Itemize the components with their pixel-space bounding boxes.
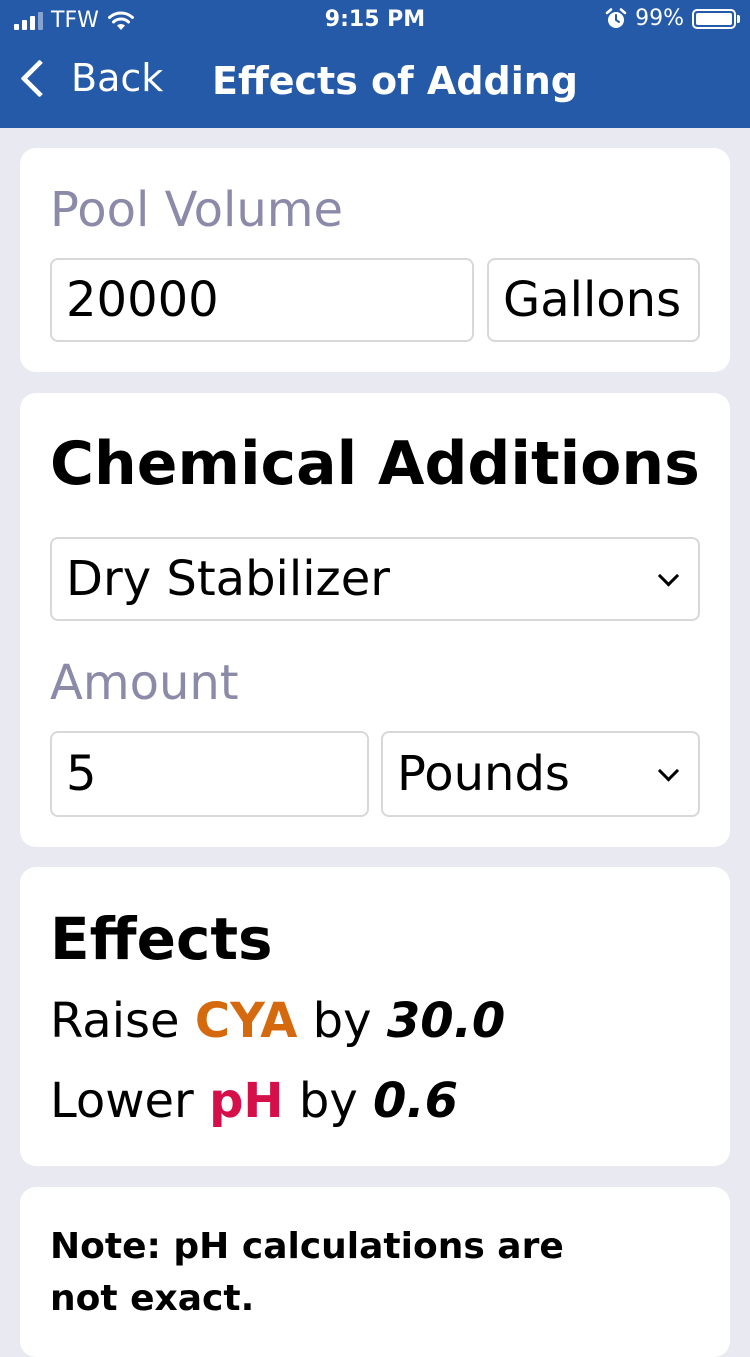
pool-volume-card: Pool Volume 20000 Gallons xyxy=(20,148,730,372)
pool-volume-label: Pool Volume xyxy=(50,182,344,238)
pool-volume-value: 20000 xyxy=(66,272,219,328)
note-card: Note: pH calculations are not exact. xyxy=(20,1187,730,1357)
chemical-select-value: Dry Stabilizer xyxy=(66,551,390,607)
effect-verb: Lower xyxy=(50,1073,194,1129)
effects-card: Effects Raise CYA by 30.0 Lower pH by 0.… xyxy=(20,867,730,1166)
back-label: Back xyxy=(71,56,164,100)
amount-unit-value: Pounds xyxy=(397,746,570,802)
chevron-down-icon xyxy=(657,565,680,587)
nav-bar: Back Effects of Adding xyxy=(0,44,750,124)
status-bar: TFW 9:15 PM 99% xyxy=(0,0,750,40)
battery-icon xyxy=(692,8,740,29)
amount-input[interactable]: 5 xyxy=(50,731,369,817)
effect-chemical-cya: CYA xyxy=(194,993,298,1049)
alarm-icon xyxy=(605,7,627,28)
chemical-additions-heading: Chemical Additions xyxy=(50,429,700,499)
effect-line-ph: Lower pH by 0.6 xyxy=(50,1073,458,1129)
chevron-down-icon xyxy=(657,760,680,782)
pool-volume-input[interactable]: 20000 xyxy=(50,258,474,342)
back-button[interactable]: Back xyxy=(16,56,163,100)
note-text: Note: pH calculations are not exact. xyxy=(50,1226,564,1319)
battery-percent: 99% xyxy=(635,6,684,31)
amount-label: Amount xyxy=(50,655,239,711)
effect-value-ph: 0.6 xyxy=(373,1073,459,1129)
chevron-left-icon xyxy=(20,58,59,98)
pool-volume-unit: Gallons xyxy=(503,272,682,328)
amount-value: 5 xyxy=(66,746,97,802)
amount-unit-select[interactable]: Pounds xyxy=(381,731,700,817)
chemical-select[interactable]: Dry Stabilizer xyxy=(50,537,700,621)
app-header: TFW 9:15 PM 99% Back Effects of Adding xyxy=(0,0,750,128)
effect-verb: Raise xyxy=(50,993,180,1049)
effect-by: by xyxy=(312,993,372,1049)
effect-chemical-ph: pH xyxy=(209,1073,284,1129)
page-title: Effects of Adding xyxy=(212,59,579,103)
chemical-additions-card: Chemical Additions Dry Stabilizer Amount… xyxy=(20,393,730,847)
effect-value-cya: 30.0 xyxy=(386,993,506,1049)
effects-heading: Effects xyxy=(50,905,273,973)
effect-by: by xyxy=(298,1073,358,1129)
pool-volume-unit-select[interactable]: Gallons xyxy=(487,258,700,342)
status-right: 99% xyxy=(605,6,740,31)
effect-line-cya: Raise CYA by 30.0 xyxy=(50,993,505,1049)
